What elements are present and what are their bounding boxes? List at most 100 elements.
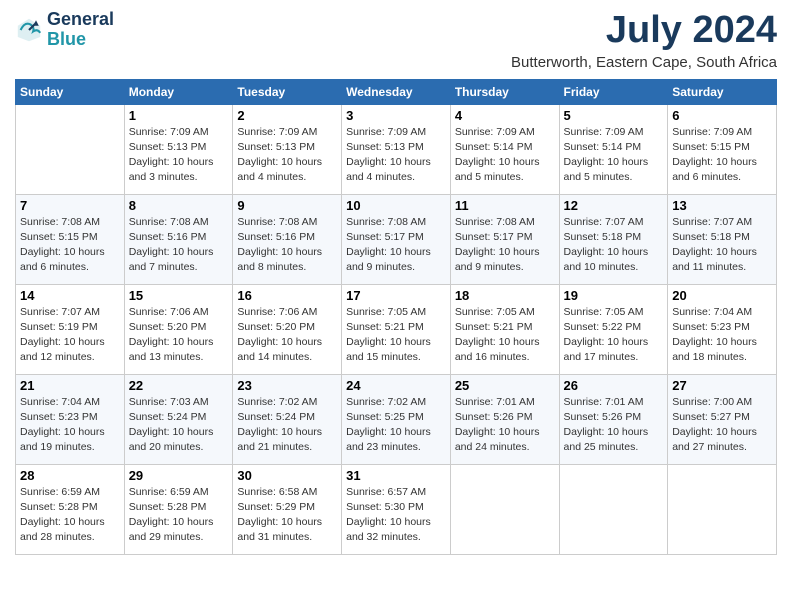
daylight: Daylight: 10 hours and 4 minutes. — [237, 155, 337, 185]
sunrise: Sunrise: 7:09 AM — [129, 125, 229, 140]
day-number: 24 — [346, 378, 446, 393]
day-info: Sunrise: 7:09 AM Sunset: 5:14 PM Dayligh… — [455, 125, 555, 186]
day-number: 19 — [564, 288, 664, 303]
daylight: Daylight: 10 hours and 25 minutes. — [564, 425, 664, 455]
day-info: Sunrise: 7:08 AM Sunset: 5:16 PM Dayligh… — [129, 215, 229, 276]
sunset: Sunset: 5:20 PM — [129, 320, 229, 335]
day-number: 12 — [564, 198, 664, 213]
sunset: Sunset: 5:13 PM — [346, 140, 446, 155]
sunrise: Sunrise: 7:08 AM — [346, 215, 446, 230]
day-number: 1 — [129, 108, 229, 123]
day-number: 16 — [237, 288, 337, 303]
table-cell: 27 Sunrise: 7:00 AM Sunset: 5:27 PM Dayl… — [668, 374, 777, 464]
day-info: Sunrise: 7:08 AM Sunset: 5:15 PM Dayligh… — [20, 215, 120, 276]
day-info: Sunrise: 6:58 AM Sunset: 5:29 PM Dayligh… — [237, 485, 337, 546]
day-info: Sunrise: 7:07 AM Sunset: 5:19 PM Dayligh… — [20, 305, 120, 366]
day-number: 13 — [672, 198, 772, 213]
sunset: Sunset: 5:21 PM — [346, 320, 446, 335]
sunrise: Sunrise: 7:08 AM — [129, 215, 229, 230]
table-cell: 23 Sunrise: 7:02 AM Sunset: 5:24 PM Dayl… — [233, 374, 342, 464]
sunrise: Sunrise: 7:08 AM — [20, 215, 120, 230]
day-number: 18 — [455, 288, 555, 303]
table-cell: 24 Sunrise: 7:02 AM Sunset: 5:25 PM Dayl… — [342, 374, 451, 464]
day-number: 22 — [129, 378, 229, 393]
sunrise: Sunrise: 7:05 AM — [455, 305, 555, 320]
sunset: Sunset: 5:28 PM — [129, 500, 229, 515]
sunset: Sunset: 5:20 PM — [237, 320, 337, 335]
col-wednesday: Wednesday — [342, 79, 451, 104]
day-number: 7 — [20, 198, 120, 213]
table-cell: 13 Sunrise: 7:07 AM Sunset: 5:18 PM Dayl… — [668, 194, 777, 284]
location-title: Butterworth, Eastern Cape, South Africa — [511, 54, 777, 71]
sunset: Sunset: 5:15 PM — [672, 140, 772, 155]
sunset: Sunset: 5:28 PM — [20, 500, 120, 515]
table-cell: 26 Sunrise: 7:01 AM Sunset: 5:26 PM Dayl… — [559, 374, 668, 464]
sunset: Sunset: 5:16 PM — [237, 230, 337, 245]
day-number: 11 — [455, 198, 555, 213]
sunset: Sunset: 5:26 PM — [564, 410, 664, 425]
day-info: Sunrise: 6:59 AM Sunset: 5:28 PM Dayligh… — [129, 485, 229, 546]
week-row-3: 14 Sunrise: 7:07 AM Sunset: 5:19 PM Dayl… — [16, 284, 777, 374]
logo-icon — [15, 16, 43, 44]
day-number: 10 — [346, 198, 446, 213]
week-row-4: 21 Sunrise: 7:04 AM Sunset: 5:23 PM Dayl… — [16, 374, 777, 464]
daylight: Daylight: 10 hours and 19 minutes. — [20, 425, 120, 455]
table-cell: 18 Sunrise: 7:05 AM Sunset: 5:21 PM Dayl… — [450, 284, 559, 374]
sunrise: Sunrise: 6:58 AM — [237, 485, 337, 500]
sunrise: Sunrise: 7:09 AM — [237, 125, 337, 140]
logo-text: General Blue — [47, 10, 114, 50]
table-cell: 7 Sunrise: 7:08 AM Sunset: 5:15 PM Dayli… — [16, 194, 125, 284]
day-number: 31 — [346, 468, 446, 483]
day-number: 17 — [346, 288, 446, 303]
sunrise: Sunrise: 6:57 AM — [346, 485, 446, 500]
sunset: Sunset: 5:23 PM — [672, 320, 772, 335]
sunset: Sunset: 5:16 PM — [129, 230, 229, 245]
sunrise: Sunrise: 7:09 AM — [564, 125, 664, 140]
day-info: Sunrise: 7:02 AM Sunset: 5:24 PM Dayligh… — [237, 395, 337, 456]
table-cell: 10 Sunrise: 7:08 AM Sunset: 5:17 PM Dayl… — [342, 194, 451, 284]
day-number: 29 — [129, 468, 229, 483]
sunset: Sunset: 5:13 PM — [237, 140, 337, 155]
sunrise: Sunrise: 7:08 AM — [237, 215, 337, 230]
day-number: 9 — [237, 198, 337, 213]
day-info: Sunrise: 7:01 AM Sunset: 5:26 PM Dayligh… — [564, 395, 664, 456]
daylight: Daylight: 10 hours and 27 minutes. — [672, 425, 772, 455]
sunrise: Sunrise: 7:05 AM — [346, 305, 446, 320]
sunrise: Sunrise: 7:04 AM — [20, 395, 120, 410]
day-number: 3 — [346, 108, 446, 123]
daylight: Daylight: 10 hours and 23 minutes. — [346, 425, 446, 455]
sunset: Sunset: 5:17 PM — [455, 230, 555, 245]
daylight: Daylight: 10 hours and 18 minutes. — [672, 335, 772, 365]
sunset: Sunset: 5:15 PM — [20, 230, 120, 245]
day-info: Sunrise: 7:01 AM Sunset: 5:26 PM Dayligh… — [455, 395, 555, 456]
sunset: Sunset: 5:18 PM — [564, 230, 664, 245]
logo-line1: General — [47, 10, 114, 30]
day-number: 6 — [672, 108, 772, 123]
table-cell: 25 Sunrise: 7:01 AM Sunset: 5:26 PM Dayl… — [450, 374, 559, 464]
sunrise: Sunrise: 7:04 AM — [672, 305, 772, 320]
sunset: Sunset: 5:30 PM — [346, 500, 446, 515]
day-info: Sunrise: 7:09 AM Sunset: 5:13 PM Dayligh… — [129, 125, 229, 186]
sunrise: Sunrise: 7:09 AM — [672, 125, 772, 140]
day-info: Sunrise: 7:00 AM Sunset: 5:27 PM Dayligh… — [672, 395, 772, 456]
week-row-5: 28 Sunrise: 6:59 AM Sunset: 5:28 PM Dayl… — [16, 464, 777, 554]
sunset: Sunset: 5:29 PM — [237, 500, 337, 515]
daylight: Daylight: 10 hours and 21 minutes. — [237, 425, 337, 455]
table-cell: 4 Sunrise: 7:09 AM Sunset: 5:14 PM Dayli… — [450, 104, 559, 194]
col-thursday: Thursday — [450, 79, 559, 104]
table-cell: 17 Sunrise: 7:05 AM Sunset: 5:21 PM Dayl… — [342, 284, 451, 374]
daylight: Daylight: 10 hours and 24 minutes. — [455, 425, 555, 455]
day-info: Sunrise: 6:57 AM Sunset: 5:30 PM Dayligh… — [346, 485, 446, 546]
sunrise: Sunrise: 7:06 AM — [237, 305, 337, 320]
table-cell: 16 Sunrise: 7:06 AM Sunset: 5:20 PM Dayl… — [233, 284, 342, 374]
table-cell — [559, 464, 668, 554]
sunset: Sunset: 5:24 PM — [129, 410, 229, 425]
sunrise: Sunrise: 7:09 AM — [346, 125, 446, 140]
sunrise: Sunrise: 7:09 AM — [455, 125, 555, 140]
table-cell: 29 Sunrise: 6:59 AM Sunset: 5:28 PM Dayl… — [124, 464, 233, 554]
table-cell: 31 Sunrise: 6:57 AM Sunset: 5:30 PM Dayl… — [342, 464, 451, 554]
daylight: Daylight: 10 hours and 5 minutes. — [455, 155, 555, 185]
sunset: Sunset: 5:14 PM — [455, 140, 555, 155]
col-sunday: Sunday — [16, 79, 125, 104]
table-cell — [450, 464, 559, 554]
